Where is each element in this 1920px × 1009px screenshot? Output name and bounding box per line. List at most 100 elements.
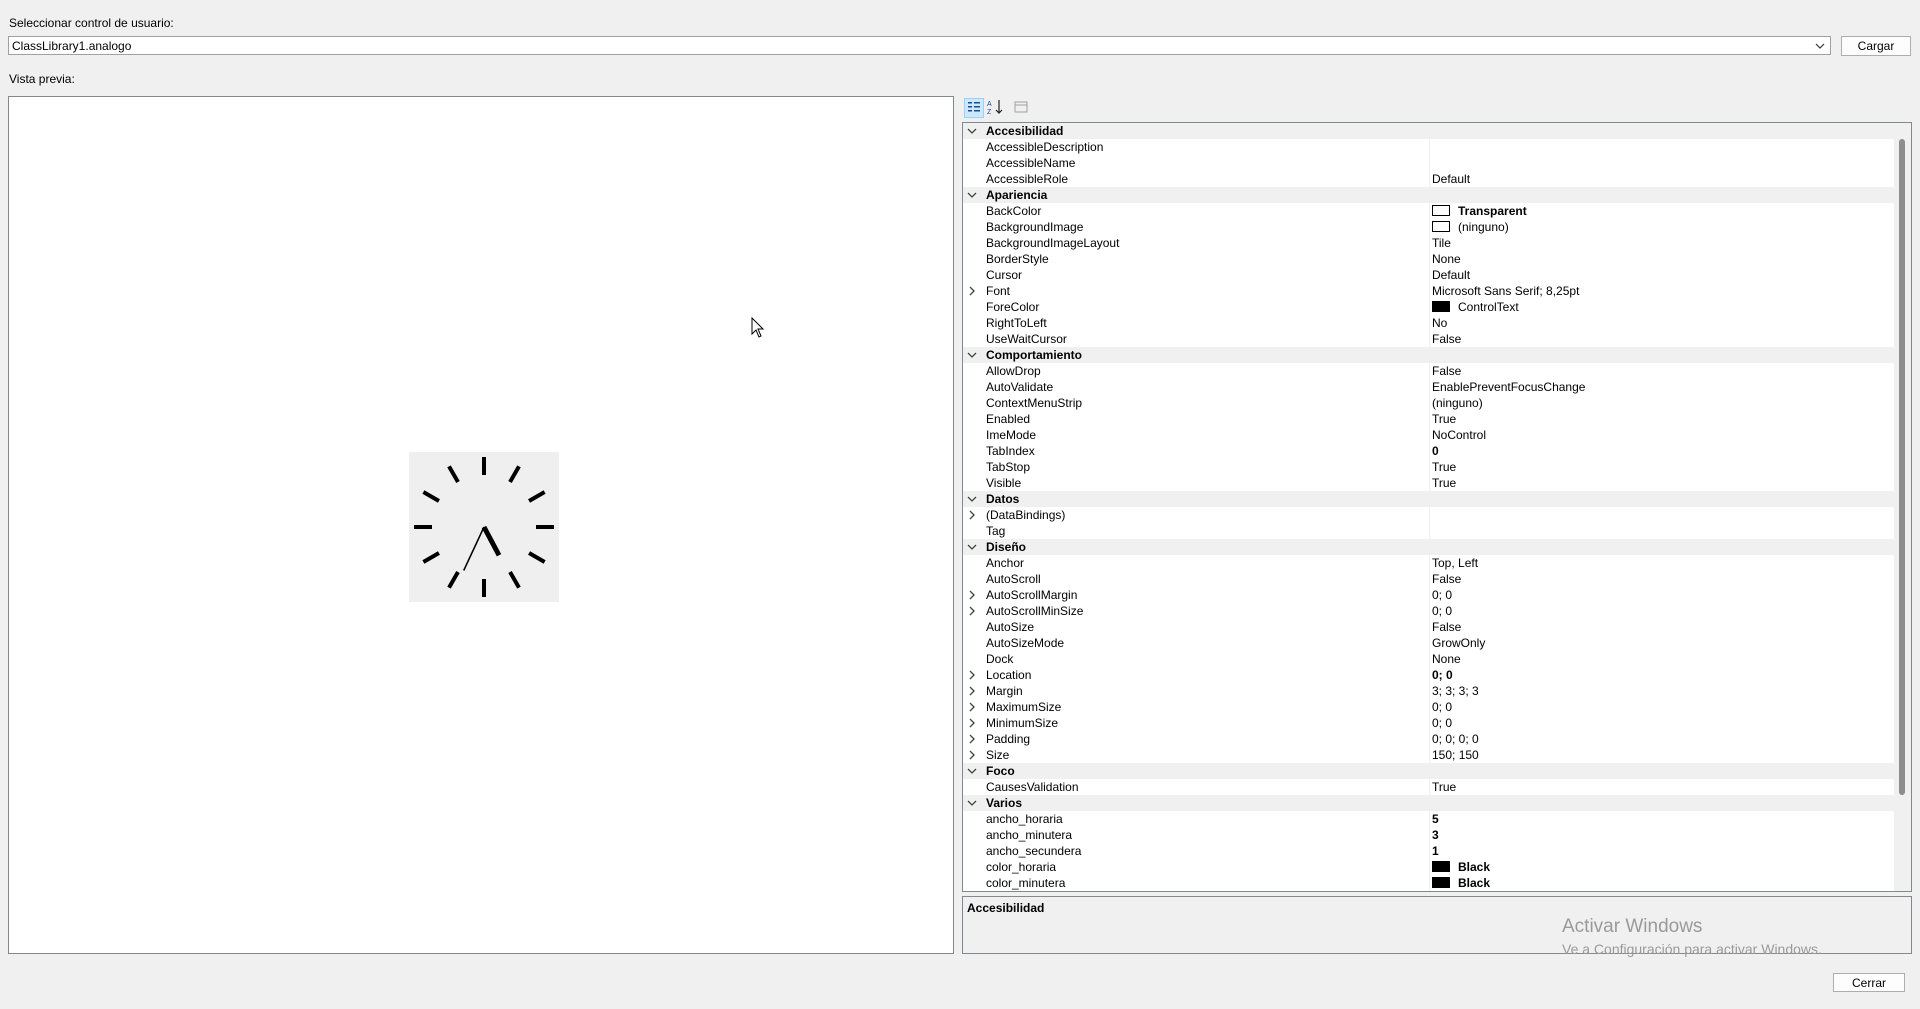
property-row[interactable]: UseWaitCursor False xyxy=(963,331,1895,347)
property-row[interactable]: Location 0; 0 xyxy=(963,667,1895,683)
chevron-right-icon[interactable] xyxy=(967,606,977,616)
property-row[interactable]: MaximumSize 0; 0 xyxy=(963,699,1895,715)
property-value[interactable]: Default xyxy=(1432,172,1470,186)
property-value[interactable]: False xyxy=(1432,332,1461,346)
property-value[interactable]: None xyxy=(1432,252,1461,266)
property-value[interactable]: 3 xyxy=(1432,828,1439,842)
property-category[interactable]: Diseño xyxy=(963,539,1895,555)
property-row[interactable]: Cursor Default xyxy=(963,267,1895,283)
property-row[interactable]: AutoScrollMinSize 0; 0 xyxy=(963,603,1895,619)
property-value[interactable]: 0; 0 xyxy=(1432,604,1452,618)
property-row[interactable]: AllowDrop False xyxy=(963,363,1895,379)
property-row[interactable]: color_minutera Black xyxy=(963,875,1895,891)
chevron-down-icon[interactable] xyxy=(967,126,977,136)
chevron-down-icon[interactable] xyxy=(967,190,977,200)
property-category[interactable]: Varios xyxy=(963,795,1895,811)
property-row[interactable]: AutoSize False xyxy=(963,619,1895,635)
property-category[interactable]: Accesibilidad xyxy=(963,123,1895,139)
property-row[interactable]: AutoScrollMargin 0; 0 xyxy=(963,587,1895,603)
property-value[interactable]: False xyxy=(1432,620,1461,634)
property-value[interactable]: 1 xyxy=(1432,844,1439,858)
property-row[interactable]: ContextMenuStrip (ninguno) xyxy=(963,395,1895,411)
property-row[interactable]: Padding 0; 0; 0; 0 xyxy=(963,731,1895,747)
property-row[interactable]: Font Microsoft Sans Serif; 8,25pt xyxy=(963,283,1895,299)
close-button[interactable]: Cerrar xyxy=(1833,973,1905,992)
chevron-down-icon[interactable] xyxy=(967,494,977,504)
property-row[interactable]: BackgroundImage (ninguno) xyxy=(963,219,1895,235)
property-row[interactable]: Size 150; 150 xyxy=(963,747,1895,763)
property-value[interactable]: (ninguno) xyxy=(1458,220,1509,234)
chevron-down-icon[interactable] xyxy=(967,542,977,552)
property-pages-button[interactable] xyxy=(1012,98,1032,118)
property-row[interactable]: ImeMode NoControl xyxy=(963,427,1895,443)
property-value[interactable]: Transparent xyxy=(1458,204,1527,218)
property-value[interactable]: 150; 150 xyxy=(1432,748,1479,762)
property-value[interactable]: ControlText xyxy=(1458,300,1519,314)
property-value[interactable]: (ninguno) xyxy=(1432,396,1483,410)
property-row[interactable]: AccessibleName xyxy=(963,155,1895,171)
property-row[interactable]: Enabled True xyxy=(963,411,1895,427)
property-row[interactable]: Margin 3; 3; 3; 3 xyxy=(963,683,1895,699)
chevron-right-icon[interactable] xyxy=(967,734,977,744)
alphabetical-button[interactable]: A Z xyxy=(986,98,1006,118)
property-value[interactable]: Black xyxy=(1458,876,1490,890)
chevron-down-icon[interactable] xyxy=(967,798,977,808)
property-value[interactable]: 0; 0 xyxy=(1432,700,1452,714)
property-value[interactable]: 0; 0 xyxy=(1432,716,1452,730)
property-category[interactable]: Datos xyxy=(963,491,1895,507)
property-value[interactable]: Tile xyxy=(1432,236,1451,250)
property-category[interactable]: Apariencia xyxy=(963,187,1895,203)
property-row[interactable]: Tag xyxy=(963,523,1895,539)
vertical-scrollbar[interactable] xyxy=(1894,123,1911,891)
property-value[interactable]: GrowOnly xyxy=(1432,636,1485,650)
chevron-right-icon[interactable] xyxy=(967,510,977,520)
property-value[interactable]: 0; 0 xyxy=(1432,588,1452,602)
chevron-right-icon[interactable] xyxy=(967,686,977,696)
property-row[interactable]: AccessibleRole Default xyxy=(963,171,1895,187)
property-value[interactable]: False xyxy=(1432,364,1461,378)
property-row[interactable]: MinimumSize 0; 0 xyxy=(963,715,1895,731)
property-row[interactable]: ancho_secundera 1 xyxy=(963,843,1895,859)
property-value[interactable]: True xyxy=(1432,780,1456,794)
property-row[interactable]: AutoScroll False xyxy=(963,571,1895,587)
property-row[interactable]: color_horaria Black xyxy=(963,859,1895,875)
property-row[interactable]: AutoValidate EnablePreventFocusChange xyxy=(963,379,1895,395)
property-value[interactable]: True xyxy=(1432,460,1456,474)
property-row[interactable]: TabIndex 0 xyxy=(963,443,1895,459)
property-row[interactable]: BorderStyle None xyxy=(963,251,1895,267)
property-row[interactable]: Visible True xyxy=(963,475,1895,491)
scrollbar-thumb[interactable] xyxy=(1899,139,1905,795)
chevron-right-icon[interactable] xyxy=(967,750,977,760)
property-value[interactable]: True xyxy=(1432,412,1456,426)
property-value[interactable]: True xyxy=(1432,476,1456,490)
load-button[interactable]: Cargar xyxy=(1841,36,1911,56)
categorized-button[interactable] xyxy=(964,98,984,118)
property-value[interactable]: NoControl xyxy=(1432,428,1486,442)
chevron-down-icon[interactable] xyxy=(967,766,977,776)
property-row[interactable]: BackgroundImageLayout Tile xyxy=(963,235,1895,251)
property-row[interactable]: Dock None xyxy=(963,651,1895,667)
property-category[interactable]: Foco xyxy=(963,763,1895,779)
property-category[interactable]: Comportamiento xyxy=(963,347,1895,363)
property-value[interactable]: None xyxy=(1432,652,1461,666)
property-row[interactable]: AutoSizeMode GrowOnly xyxy=(963,635,1895,651)
property-row[interactable]: (DataBindings) xyxy=(963,507,1895,523)
control-select-combobox[interactable]: ClassLibrary1.analogo xyxy=(8,36,1831,55)
property-row[interactable]: AccessibleDescription xyxy=(963,139,1895,155)
property-value[interactable]: False xyxy=(1432,572,1461,586)
property-value[interactable]: EnablePreventFocusChange xyxy=(1432,380,1585,394)
property-grid[interactable]: Accesibilidad AccessibleDescription Access… xyxy=(962,122,1912,892)
chevron-right-icon[interactable] xyxy=(967,718,977,728)
property-value[interactable]: Microsoft Sans Serif; 8,25pt xyxy=(1432,284,1579,298)
chevron-right-icon[interactable] xyxy=(967,702,977,712)
property-value[interactable]: 0 xyxy=(1432,444,1439,458)
property-value[interactable]: 5 xyxy=(1432,812,1439,826)
chevron-right-icon[interactable] xyxy=(967,286,977,296)
property-value[interactable]: 0; 0; 0; 0 xyxy=(1432,732,1479,746)
property-row[interactable]: RightToLeft No xyxy=(963,315,1895,331)
chevron-down-icon[interactable] xyxy=(967,350,977,360)
property-row[interactable]: TabStop True xyxy=(963,459,1895,475)
property-row[interactable]: ForeColor ControlText xyxy=(963,299,1895,315)
property-value[interactable]: 3; 3; 3; 3 xyxy=(1432,684,1479,698)
property-value[interactable]: No xyxy=(1432,316,1447,330)
